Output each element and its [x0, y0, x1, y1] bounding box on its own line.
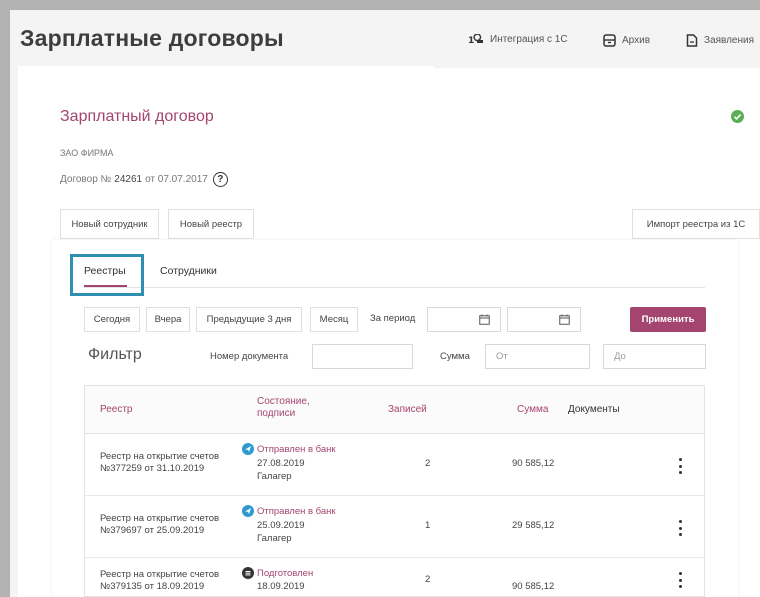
tab-employees[interactable]: Сотрудники — [160, 265, 217, 277]
row-status-date: 25.09.2019 — [257, 520, 305, 531]
period-label: За период — [370, 313, 416, 324]
prepared-icon — [242, 567, 254, 579]
document-icon — [686, 34, 698, 47]
row-status: Отправлен в банк — [242, 443, 336, 455]
table-header: Реестр Состояние, подписи Записей Сумма … — [85, 386, 704, 434]
nav-integration-1c[interactable]: 1 Интеграция с 1С — [468, 34, 568, 45]
row-records: 2 — [425, 574, 431, 585]
row-status-label: Подготовлен — [257, 567, 314, 579]
window-frame-left — [0, 0, 10, 597]
row-signer: Галагер — [257, 471, 292, 482]
row-signer: Галагер — [257, 533, 292, 544]
calendar-icon[interactable] — [479, 314, 490, 325]
row-status-label: Отправлен в банк — [257, 443, 336, 455]
filter-prev3-button[interactable]: Предыдущие 3 дня — [196, 307, 302, 332]
row-menu-icon[interactable] — [674, 520, 686, 536]
table-row[interactable]: Реестр на открытие счетов №379135 от 18.… — [85, 558, 704, 596]
row-sum: 90 585,12 — [512, 458, 555, 469]
column-state-line2[interactable]: подписи — [257, 408, 295, 419]
nav-applications-label: Заявления — [704, 35, 755, 46]
row-sum: 29 585,12 — [512, 520, 555, 531]
svg-text:1: 1 — [468, 36, 474, 45]
column-records[interactable]: Записей — [388, 404, 427, 415]
filter-month-button[interactable]: Месяц — [310, 307, 358, 332]
column-sum[interactable]: Сумма — [517, 404, 548, 415]
row-menu-icon[interactable] — [674, 572, 686, 588]
integration-1c-icon: 1 — [468, 34, 483, 45]
doc-number-label: Номер документа — [210, 351, 289, 362]
contract-date: от 07.07.2017 — [145, 174, 208, 185]
registry-name: Реестр на открытие счетов — [100, 569, 220, 580]
nav-applications[interactable]: Заявления — [686, 34, 754, 47]
tab-highlight-frame — [70, 254, 144, 296]
company-name: ЗАО ФИРМА — [60, 148, 114, 158]
row-status-date: 27.08.2019 — [257, 458, 305, 469]
contract-number: 24261 — [114, 174, 143, 185]
registry-name: Реестр на открытие счетов — [100, 513, 220, 524]
row-sum: 90 585,12 — [512, 581, 555, 592]
help-icon[interactable]: ? — [212, 172, 228, 187]
filter-yesterday-button[interactable]: Вчера — [146, 307, 190, 332]
sent-icon — [242, 505, 254, 517]
filter-today-button[interactable]: Сегодня — [84, 307, 140, 332]
status-check-icon — [731, 110, 744, 123]
row-records: 1 — [425, 520, 431, 531]
sum-from-input[interactable]: От — [485, 344, 590, 369]
sum-label: Сумма — [440, 351, 470, 362]
card-notch — [434, 60, 760, 68]
column-documents: Документы — [568, 404, 620, 415]
column-state-line1[interactable]: Состояние, — [257, 396, 310, 407]
import-registry-1c-button[interactable]: Импорт реестра из 1С — [632, 209, 760, 239]
table-row[interactable]: Реестр на открытие счетов №379697 от 25.… — [85, 496, 704, 558]
period-from-date-input[interactable] — [427, 307, 501, 332]
window-frame-top — [0, 0, 760, 10]
column-registry[interactable]: Реестр — [100, 404, 133, 415]
top-nav: 1 Интеграция с 1С Архив Заявления — [0, 34, 760, 50]
registry-number: №379135 от 18.09.2019 — [100, 581, 205, 592]
contract-title: Зарплатный договор — [60, 108, 214, 125]
filter-title: Фильтр — [88, 346, 142, 363]
row-status: Отправлен в банк — [242, 505, 336, 517]
archive-icon — [603, 34, 616, 47]
calendar-icon[interactable] — [559, 314, 570, 325]
new-registry-button[interactable]: Новый реестр — [168, 209, 254, 239]
apply-button[interactable]: Применить — [630, 307, 706, 332]
registry-number: №377259 от 31.10.2019 — [100, 463, 205, 474]
sent-icon — [242, 443, 254, 455]
sum-to-input[interactable]: До — [603, 344, 706, 369]
registry-name: Реестр на открытие счетов — [100, 451, 220, 462]
contract-number-prefix: Договор № — [60, 174, 112, 185]
contract-number-line: Договор № 24261 от 07.07.2017 ? — [60, 172, 228, 187]
row-status-date: 18.09.2019 — [257, 581, 305, 592]
nav-archive-label: Архив — [622, 35, 651, 46]
registry-number: №379697 от 25.09.2019 — [100, 525, 205, 536]
doc-number-input[interactable] — [312, 344, 413, 369]
nav-integration-1c-label: Интеграция с 1С — [490, 34, 568, 45]
row-status-label: Отправлен в банк — [257, 505, 336, 517]
nav-archive[interactable]: Архив — [603, 34, 650, 47]
table-row[interactable]: Реестр на открытие счетов №377259 от 31.… — [85, 434, 704, 496]
new-employee-button[interactable]: Новый сотрудник — [60, 209, 159, 239]
tabs-divider — [84, 287, 705, 288]
row-records: 2 — [425, 458, 431, 469]
row-status: Подготовлен — [242, 567, 313, 579]
period-to-date-input[interactable] — [507, 307, 581, 332]
registries-table: Реестр Состояние, подписи Записей Сумма … — [84, 385, 705, 597]
row-menu-icon[interactable] — [674, 458, 686, 474]
